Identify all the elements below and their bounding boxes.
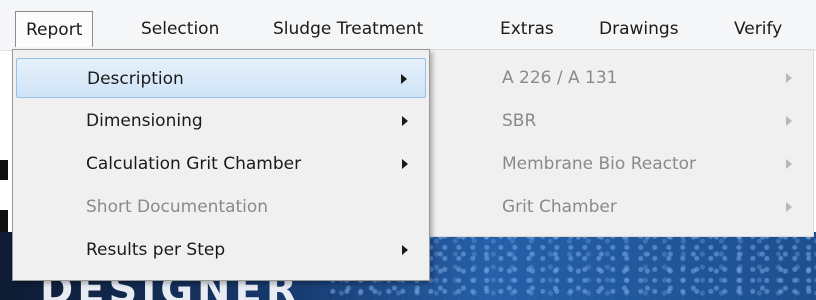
menu-sludge-treatment[interactable]: Sludge Treatment	[263, 11, 433, 47]
menu-report[interactable]: Report	[15, 11, 94, 47]
menu-extras[interactable]: Extras	[490, 11, 564, 47]
submenu-item-label: Membrane Bio Reactor	[502, 154, 697, 174]
chevron-right-icon	[402, 116, 408, 126]
description-submenu: A 226 / A 131 SBR Membrane Bio Reactor G…	[430, 49, 814, 237]
background-edge-top	[0, 160, 8, 180]
chevron-right-icon	[786, 159, 792, 169]
menu-item-description[interactable]: Description	[16, 58, 426, 98]
chevron-right-icon	[402, 159, 408, 169]
menu-item-short-documentation[interactable]: Short Documentation	[16, 187, 426, 227]
menu-item-label: Dimensioning	[86, 111, 203, 131]
submenu-item-membrane-bio-reactor[interactable]: Membrane Bio Reactor	[430, 144, 814, 184]
submenu-item-grit-chamber[interactable]: Grit Chamber	[430, 187, 814, 227]
menu-item-label: Description	[87, 69, 184, 89]
menu-drawings[interactable]: Drawings	[589, 11, 689, 47]
submenu-item-label: Grit Chamber	[502, 197, 617, 217]
menu-verify[interactable]: Verify	[724, 11, 792, 47]
report-dropdown: Description Dimensioning Calculation Gri…	[12, 49, 430, 281]
menu-item-label: Calculation Grit Chamber	[86, 154, 302, 174]
menu-item-results-per-step[interactable]: Results per Step	[16, 230, 426, 270]
chevron-right-icon	[402, 245, 408, 255]
submenu-item-label: SBR	[502, 111, 537, 131]
submenu-item-a226-a131[interactable]: A 226 / A 131	[430, 58, 814, 98]
menu-item-dimensioning[interactable]: Dimensioning	[16, 101, 426, 141]
menu-item-label: Results per Step	[86, 240, 226, 260]
menu-bar: Report Selection Sludge Treatment Extras…	[0, 0, 816, 51]
menu-item-calculation-grit-chamber[interactable]: Calculation Grit Chamber	[16, 144, 426, 184]
menu-item-label: Short Documentation	[86, 197, 269, 217]
chevron-right-icon	[786, 73, 792, 83]
chevron-right-icon	[401, 74, 407, 84]
submenu-item-sbr[interactable]: SBR	[430, 101, 814, 141]
menu-selection[interactable]: Selection	[131, 11, 229, 47]
chevron-right-icon	[786, 116, 792, 126]
submenu-item-label: A 226 / A 131	[502, 68, 618, 88]
chevron-right-icon	[786, 202, 792, 212]
